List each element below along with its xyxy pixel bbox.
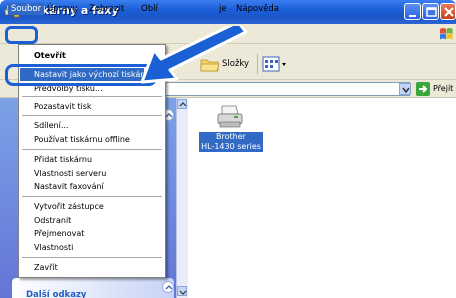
menu-upravy[interactable]: Úpravy	[47, 4, 77, 14]
task-pane-scrollbar[interactable]	[176, 98, 188, 298]
scroll-up-icon	[179, 102, 187, 107]
menu-item-close[interactable]: Zavřít	[34, 263, 58, 272]
other-links-expand-button[interactable]	[162, 281, 174, 293]
maximize-button[interactable]	[422, 3, 439, 20]
menu-divider	[22, 196, 162, 197]
menu-napoveda[interactable]: Nápověda	[236, 4, 279, 14]
windows-logo-icon	[440, 28, 453, 40]
menu-zobrazit[interactable]: Zobrazit	[89, 4, 124, 14]
other-links-title[interactable]: Další odkazy	[26, 290, 86, 298]
chevron-down-icon	[402, 87, 410, 94]
menu-soubor[interactable]: Soubor	[8, 3, 45, 15]
minimize-icon	[409, 15, 416, 17]
scroll-down-icon	[179, 290, 187, 295]
menu-item-sharing[interactable]: Sdílení...	[34, 121, 68, 130]
menu-item-create-shortcut[interactable]: Vytvořit zástupce	[34, 202, 104, 211]
menu-item-add-printer[interactable]: Přidat tiskárnu	[34, 155, 92, 164]
printer-name-line1: Brother	[216, 132, 246, 141]
close-icon	[444, 7, 454, 17]
annotation-ring-soubor	[5, 26, 38, 44]
menu-nastroje[interactable]: je	[219, 4, 227, 14]
close-button[interactable]	[440, 3, 456, 20]
go-button-label[interactable]: Přejít	[433, 84, 453, 93]
menu-item-server-props[interactable]: Vlastnosti serveru	[34, 169, 106, 178]
printer-name-label[interactable]: Brother HL-1430 series	[199, 132, 263, 152]
printer-name-line2: HL-1430 series	[201, 142, 261, 151]
menu-item-fax-setup[interactable]: Nastavit faxování	[34, 182, 104, 191]
scroll-down-button[interactable]	[177, 286, 187, 296]
menu-divider	[22, 257, 162, 258]
toolbar-separator	[257, 54, 258, 74]
menu-item-pause[interactable]: Pozastavit tisk	[34, 102, 92, 111]
address-dropdown-button[interactable]	[399, 83, 411, 95]
menu-divider	[22, 115, 162, 116]
menu-oblibene[interactable]: Oblí	[141, 4, 158, 14]
chevron-up-icon	[165, 285, 173, 290]
menu-item-properties[interactable]: Vlastnosti	[34, 243, 73, 252]
views-icon[interactable]	[262, 56, 288, 72]
minimize-button[interactable]	[404, 3, 421, 20]
maximize-icon	[426, 7, 437, 17]
menu-item-open[interactable]: Otevřít	[34, 51, 66, 60]
go-arrow-icon[interactable]	[416, 82, 430, 96]
menu-item-offline[interactable]: Používat tiskárnu offline	[34, 135, 130, 144]
menu-divider	[22, 96, 162, 97]
menu-divider	[22, 149, 162, 150]
menu-item-delete[interactable]: Odstranit	[34, 216, 71, 225]
printer-icon[interactable]	[216, 102, 244, 130]
annotation-arrow-icon	[140, 26, 248, 84]
scroll-up-button[interactable]	[177, 99, 187, 109]
menu-item-rename[interactable]: Přejmenovat	[34, 229, 84, 238]
